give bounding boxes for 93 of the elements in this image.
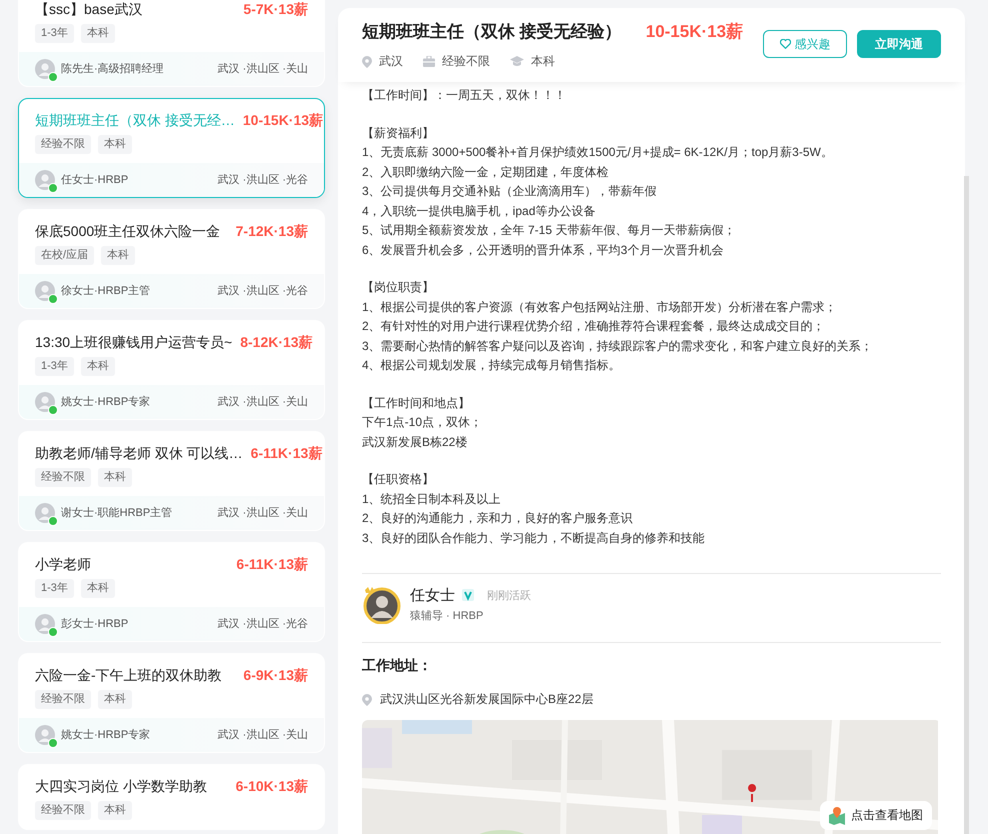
job-location: 武汉 ·洪山区 ·光谷 xyxy=(218,173,308,188)
description-line: 【薪资福利】 xyxy=(362,124,435,142)
description-line: 1、无责底薪 3000+500餐补+首月保护绩效1500元/月+提成= 6K-12K/月；top月薪3-5W。 xyxy=(362,144,834,161)
tag: 1-3年 xyxy=(35,357,74,376)
avatar-icon xyxy=(35,170,55,190)
job-requirement: 本科 xyxy=(531,53,555,70)
description-line: 5、试用期全额薪资发放，全年 7-15 天带薪年假、每月一天带薪病假； xyxy=(362,222,736,239)
salary: 10-15K·13薪 xyxy=(242,111,324,129)
description-line: 2、有针对性的对用户进行课程优势介绍，准确推荐符合课程套餐，最终达成成交目的； xyxy=(362,318,826,335)
job-card[interactable]: 大四实习岗位 小学数学助教 6-10K·13薪 经验不限 本科 xyxy=(18,764,325,830)
job-card[interactable]: 六险一金-下午上班的双休助教 6-9K·13薪 经验不限 本科 姚女士·HRBP专家 武汉 ·洪山区 ·关山 xyxy=(18,653,325,753)
salary: 10-15K·13薪 xyxy=(646,21,744,43)
description-line: 【工作时间和地点】 xyxy=(362,394,471,412)
description-line: 2、入职即缴纳六险一金，定期团建，年度体检 xyxy=(362,164,610,180)
description-line: 1、根据公司提供的客户资源（有效客户包括网站注册、市场部开发）分析潜在客户需求； xyxy=(362,298,838,316)
job-title: 助教老师/辅导老师 双休 可以线… xyxy=(35,444,243,462)
description-line: 4，入职统一提供电脑手机，ipad等办公设备 xyxy=(362,202,596,220)
description-line: 【岗位职责】 xyxy=(362,279,435,296)
description-line: 2、良好的沟通能力，亲和力，良好的客户服务意识 xyxy=(362,510,634,527)
tag: 1-3年 xyxy=(35,24,74,43)
recruiter-name: 姚女士·HRBP专家 xyxy=(61,728,150,743)
salary: 6-10K·13薪 xyxy=(236,777,308,795)
recruiter-name: 彭女士·HRBP xyxy=(61,617,128,632)
salary: 6-9K·13薪 xyxy=(243,666,308,684)
job-title: 六险一金-下午上班的双休助教 xyxy=(35,666,222,684)
graduation-cap-icon xyxy=(510,56,524,67)
salary: 6-11K·13薪 xyxy=(236,555,308,573)
job-location: 武汉 ·洪山区 ·光谷 xyxy=(218,284,308,299)
recruiter-name: 姚女士·HRBP专家 xyxy=(61,394,150,410)
recruiter-name: 谢女士·职能HRBP主管 xyxy=(61,506,172,521)
description-line: 3、需要耐心热情的解答客户疑问以及咨询，持续跟踪客户的需求变化，和客户建立良好的关系； xyxy=(362,338,874,354)
description-line: 【工作时间】：一周五天，双休！！！ xyxy=(362,87,567,104)
job-location: 武汉 ·洪山区 ·关山 xyxy=(218,728,308,743)
job-card[interactable]: 13:30上班很赚钱用户运营专员~ 8-12K·13薪 1-3年 本科 姚女士·HRBP专家 武汉 ·洪山区 ·关山 xyxy=(18,320,325,420)
tag: 1-3年 xyxy=(35,579,74,598)
job-title: 小学老师 xyxy=(35,555,91,573)
tag: 经验不限 xyxy=(35,690,91,709)
job-title: 【ssc】base武汉 xyxy=(35,0,142,18)
description-line: 武汉新发展B栋22楼 xyxy=(362,434,468,450)
section-heading: 工作地址： xyxy=(362,657,433,675)
view-map-button[interactable]: 点击查看地图 xyxy=(820,801,932,830)
job-title: 13:30上班很赚钱用户运营专员~ xyxy=(35,333,232,351)
description-line: 6、发展晋升机会多，公开透明的晋升体系，平均3个月一次晋升机会 xyxy=(362,242,724,258)
address: 武汉洪山区光谷新发展国际中心B座22层 xyxy=(380,691,594,708)
job-requirement: 武汉 xyxy=(379,53,403,70)
job-card[interactable]: 保底5000班主任双休六险一金 7-12K·13薪 在校/应届 本科 徐女士·HRBP主管 武汉 ·洪山区 ·光谷 xyxy=(18,209,325,309)
salary: 8-12K·13薪 xyxy=(240,333,313,351)
heart-icon xyxy=(780,39,790,49)
tag: 本科 xyxy=(101,246,136,265)
description-line: 1、统招全日制本科及以上 xyxy=(362,490,502,508)
tag: 经验不限 xyxy=(35,135,91,154)
job-card[interactable]: 短期班班主任（双休 接受无经… 10-15K·13薪 经验不限 本科 任女士·HRBP 武汉 ·洪山区 ·光谷 xyxy=(18,98,325,198)
job-title: 短期班班主任（双休 接受无经… xyxy=(35,111,235,129)
description-line: 3、公司提供每月交通补贴（企业滴滴用车），带薪年假 xyxy=(362,183,658,200)
briefcase-icon xyxy=(423,56,435,67)
recruiter-title: 猿辅导 · HRBP xyxy=(410,608,484,622)
job-card[interactable]: 小学老师 6-11K·13薪 1-3年 本科 彭女士·HRBP 武汉 ·洪山区 ·光谷 xyxy=(18,542,325,642)
salary: 5-7K·13薪 xyxy=(243,0,308,18)
tag: 经验不限 xyxy=(35,468,91,487)
recruiter-name: 陈先生·高级招聘经理 xyxy=(61,62,164,77)
location-pin-icon xyxy=(362,56,372,68)
job-title: 短期班班主任（双休 接受无经验） xyxy=(362,21,622,43)
job-location: 武汉 ·洪山区 ·关山 xyxy=(218,394,308,410)
job-title: 大四实习岗位 小学数学助教 xyxy=(35,777,207,795)
map-icon xyxy=(829,806,845,824)
tag: 本科 xyxy=(98,135,132,154)
job-location: 武汉 ·洪山区 ·光谷 xyxy=(218,617,308,632)
activity-status: 刚刚活跃 xyxy=(487,588,531,602)
tag: 在校/应届 xyxy=(35,246,94,265)
tag: 本科 xyxy=(98,690,132,709)
description-line: 3、良好的团队合作能力、学习能力，不断提高自身的修养和技能 xyxy=(362,530,706,546)
job-requirement: 经验不限 xyxy=(442,53,490,70)
salary: 7-12K·13薪 xyxy=(236,222,308,240)
tag: 本科 xyxy=(80,579,115,598)
description-line: 【任职资格】 xyxy=(362,471,435,488)
tag: 本科 xyxy=(80,357,115,376)
job-location: 武汉 ·洪山区 ·关山 xyxy=(218,62,308,77)
avatar-icon xyxy=(35,614,55,634)
tag: 本科 xyxy=(98,468,132,487)
location-pin-icon xyxy=(362,694,372,706)
recruiter-name: 任女士·HRBP xyxy=(61,173,128,188)
job-card[interactable]: 助教老师/辅导老师 双休 可以线… 6-11K·13薪 经验不限 本科 谢女士·职能HRBP主管 武汉 ·洪山区 ·关山 xyxy=(18,431,325,531)
recruiter-name: 徐女士·HRBP主管 xyxy=(61,284,150,299)
job-title: 保底5000班主任双休六险一金 xyxy=(35,222,220,240)
description-line: 4、根据公司规划发展，持续完成每月销售指标。 xyxy=(362,357,622,374)
salary: 6-11K·13薪 xyxy=(250,444,322,462)
tag: 本科 xyxy=(98,801,132,820)
job-card[interactable]: 【ssc】base武汉 5-7K·13薪 1-3年 本科 陈先生·高级招聘经理 武汉 ·洪山区 ·关山 xyxy=(18,0,325,87)
tag: 本科 xyxy=(80,24,115,43)
description-line: 下午1点-10点，双休； xyxy=(362,414,484,431)
job-location: 武汉 ·洪山区 ·关山 xyxy=(218,506,308,521)
tag: 经验不限 xyxy=(35,801,91,820)
recruiter-name: 任女士 xyxy=(410,586,455,604)
